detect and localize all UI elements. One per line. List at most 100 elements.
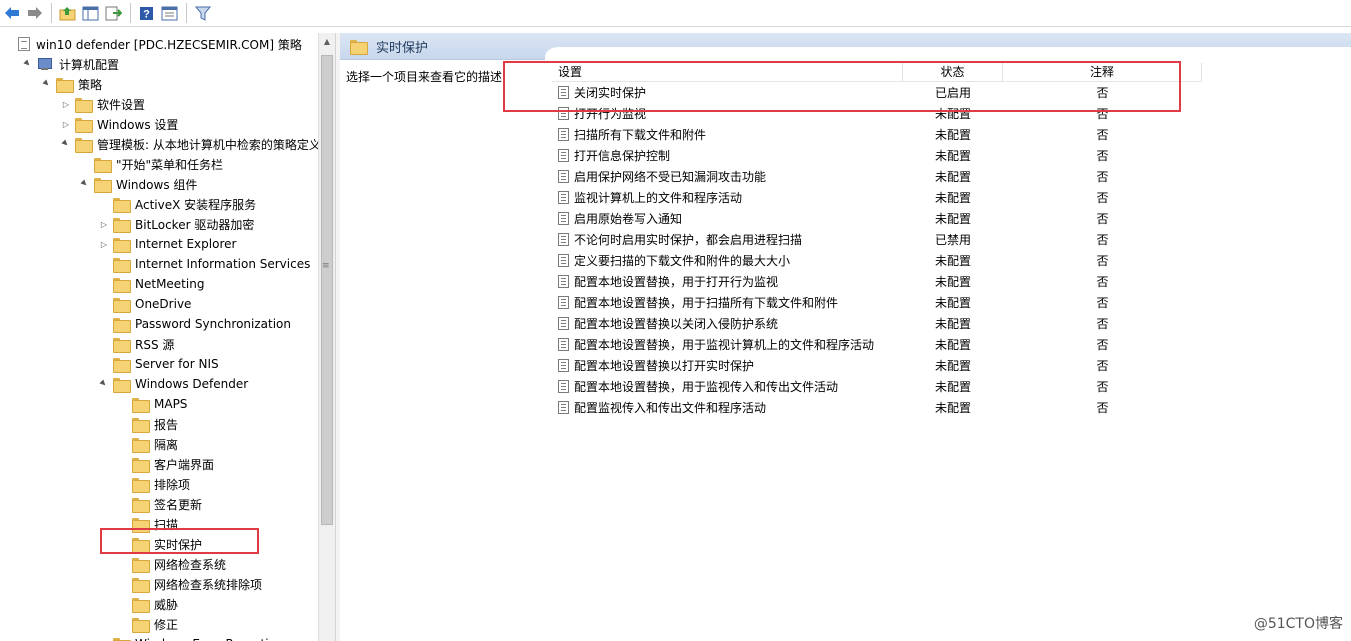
table-row[interactable]: 不论何时启用实时保护，都会启用进程扫描 已禁用 否 bbox=[552, 230, 1202, 251]
tree-scrollbar[interactable]: ▲ ≡ bbox=[318, 33, 335, 641]
tree-item-label: Windows Error Reporting bbox=[135, 637, 284, 641]
tree-item[interactable]: 客户端界面 bbox=[118, 454, 214, 474]
tree-item[interactable]: 网络检查系统排除项 bbox=[118, 574, 262, 594]
table-row[interactable]: 定义要扫描的下载文件和附件的最大大小 未配置 否 bbox=[552, 251, 1202, 272]
tree-item[interactable]: Internet Information Services bbox=[99, 254, 310, 274]
tree-item[interactable]: ▲ 计算机配置 bbox=[23, 54, 119, 74]
tree-item-label: 网络检查系统 bbox=[154, 557, 227, 572]
tree-item[interactable]: 修正 bbox=[118, 614, 178, 634]
table-row[interactable]: 配置监视传入和传出文件和程序活动 未配置 否 bbox=[552, 398, 1202, 419]
table-row[interactable]: 配置本地设置替换，用于监视传入和传出文件活动 未配置 否 bbox=[552, 377, 1202, 398]
tree-item-label: Internet Information Services bbox=[135, 257, 311, 271]
state-cell: 未配置 bbox=[934, 359, 971, 373]
table-row[interactable]: 打开信息保护控制 未配置 否 bbox=[552, 146, 1202, 167]
folder-icon bbox=[75, 137, 93, 153]
tree-item[interactable]: 威胁 bbox=[118, 594, 178, 614]
table-row[interactable]: 配置本地设置替换以关闭入侵防护系统 未配置 否 bbox=[552, 314, 1202, 335]
tree-item[interactable]: 排除项 bbox=[118, 474, 190, 494]
setting-cell: 扫描所有下载文件和附件 bbox=[558, 125, 903, 146]
tree-item[interactable]: Password Synchronization bbox=[99, 314, 291, 334]
collapse-arrow-icon[interactable]: ▲ bbox=[60, 138, 73, 151]
tree-item[interactable]: ▷ 软件设置 bbox=[61, 94, 145, 114]
table-row[interactable]: 配置本地设置替换，用于监视计算机上的文件和程序活动 未配置 否 bbox=[552, 335, 1202, 356]
tree-item[interactable]: win10 defender [PDC.HZECSEMIR.COM] 策略 bbox=[4, 34, 302, 54]
tree-item[interactable]: 网络检查系统 bbox=[118, 554, 226, 574]
tree-item[interactable]: NetMeeting bbox=[99, 274, 204, 294]
collapse-arrow-icon[interactable]: ▲ bbox=[98, 378, 111, 391]
collapse-arrow-icon[interactable]: ▲ bbox=[41, 78, 54, 91]
setting-icon bbox=[558, 401, 569, 414]
collapse-arrow-icon[interactable]: ▲ bbox=[22, 58, 35, 71]
collapse-arrow-icon[interactable]: ▲ bbox=[79, 178, 92, 191]
tree-item-label: Windows 设置 bbox=[97, 117, 179, 132]
help-icon[interactable]: ? bbox=[137, 4, 156, 23]
tree-item[interactable]: "开始"菜单和任务栏 bbox=[80, 154, 223, 174]
tree-item[interactable]: 报告 bbox=[118, 414, 178, 434]
tree-item[interactable]: ActiveX 安装程序服务 bbox=[99, 194, 256, 214]
settings-pane: 实时保护 选择一个项目来查看它的描述 设置 状态 注释 关闭实时保护 已启用否打开… bbox=[340, 33, 1351, 641]
expand-arrow-icon[interactable]: ▷ bbox=[99, 219, 109, 229]
folder-icon bbox=[132, 457, 150, 473]
comment-cell: 否 bbox=[1096, 191, 1109, 205]
tree-item[interactable]: ▷ Internet Explorer bbox=[99, 234, 236, 254]
state-cell: 未配置 bbox=[934, 212, 971, 226]
comment-cell: 否 bbox=[1096, 401, 1109, 415]
show-hide-tree-icon[interactable] bbox=[81, 4, 100, 23]
folder-icon bbox=[113, 317, 131, 333]
setting-icon bbox=[558, 128, 569, 141]
table-row[interactable]: 配置本地设置替换，用于扫描所有下载文件和附件 未配置 否 bbox=[552, 293, 1202, 314]
back-icon[interactable] bbox=[2, 4, 21, 23]
setting-name: 启用保护网络不受已知漏洞攻击功能 bbox=[574, 170, 767, 184]
tree-item[interactable]: MAPS bbox=[118, 394, 187, 414]
state-cell: 未配置 bbox=[934, 128, 971, 142]
scroll-up-arrow-icon[interactable]: ▲ bbox=[319, 33, 335, 49]
expand-arrow-icon[interactable]: ▷ bbox=[61, 99, 71, 109]
svg-text:?: ? bbox=[143, 8, 150, 20]
table-row[interactable]: 配置本地设置替换，用于打开行为监视 未配置 否 bbox=[552, 272, 1202, 293]
no-arrow bbox=[118, 559, 128, 569]
no-arrow bbox=[99, 319, 109, 329]
setting-icon bbox=[558, 380, 569, 393]
comment-cell: 否 bbox=[1096, 317, 1109, 331]
setting-cell: 配置监视传入和传出文件和程序活动 bbox=[558, 398, 903, 419]
setting-cell: 启用原始卷写入通知 bbox=[558, 209, 903, 230]
tree-item[interactable]: ▷ Windows 设置 bbox=[61, 114, 178, 134]
table-row[interactable]: 配置本地设置替换以打开实时保护 未配置 否 bbox=[552, 356, 1202, 377]
tree-item-label: 修正 bbox=[154, 617, 179, 632]
scroll-thumb[interactable] bbox=[321, 55, 333, 525]
table-row[interactable]: 扫描所有下载文件和附件 未配置 否 bbox=[552, 125, 1202, 146]
tree-item[interactable]: OneDrive bbox=[99, 294, 191, 314]
tree-item[interactable]: Server for NIS bbox=[99, 354, 219, 374]
tree-item[interactable]: ▲ 管理模板: 从本地计算机中检索的策略定义(Al bbox=[61, 134, 318, 154]
expand-arrow-icon[interactable]: ▷ bbox=[99, 239, 109, 249]
pane-title: 实时保护 bbox=[376, 40, 429, 56]
table-row[interactable]: 监视计算机上的文件和程序活动 未配置 否 bbox=[552, 188, 1202, 209]
properties-icon[interactable] bbox=[160, 4, 179, 23]
tree-item[interactable]: RSS 源 bbox=[99, 334, 174, 354]
tree-item[interactable]: ▲ Windows Defender bbox=[99, 374, 248, 394]
scroll-grip-icon: ≡ bbox=[322, 261, 330, 271]
highlight-box-tree-item bbox=[100, 528, 259, 554]
tree-item[interactable]: ▲ 策略 bbox=[42, 74, 102, 94]
filter-icon[interactable] bbox=[193, 4, 212, 23]
state-cell: 未配置 bbox=[934, 254, 971, 268]
tree-item[interactable]: ▷ BitLocker 驱动器加密 bbox=[99, 214, 254, 234]
table-row[interactable]: 启用保护网络不受已知漏洞攻击功能 未配置 否 bbox=[552, 167, 1202, 188]
tree-item[interactable]: Windows Error Reporting bbox=[99, 634, 284, 641]
table-row[interactable]: 启用原始卷写入通知 未配置 否 bbox=[552, 209, 1202, 230]
expand-arrow-icon[interactable]: ▷ bbox=[61, 119, 71, 129]
export-list-icon[interactable] bbox=[104, 4, 123, 23]
tree-item[interactable]: 隔离 bbox=[118, 434, 178, 454]
setting-name: 不论何时启用实时保护，都会启用进程扫描 bbox=[574, 233, 803, 247]
setting-icon bbox=[558, 233, 569, 246]
setting-cell: 定义要扫描的下载文件和附件的最大大小 bbox=[558, 251, 903, 272]
tree-item-label: RSS 源 bbox=[135, 337, 175, 352]
setting-cell: 配置本地设置替换，用于打开行为监视 bbox=[558, 272, 903, 293]
tree-item[interactable]: ▲ Windows 组件 bbox=[80, 174, 197, 194]
folder-icon bbox=[350, 39, 368, 55]
forward-icon[interactable] bbox=[25, 4, 44, 23]
tree-item-label: 签名更新 bbox=[154, 497, 203, 512]
tree-item[interactable]: 签名更新 bbox=[118, 494, 202, 514]
folder-icon bbox=[75, 117, 93, 133]
up-folder-icon[interactable] bbox=[58, 4, 77, 23]
